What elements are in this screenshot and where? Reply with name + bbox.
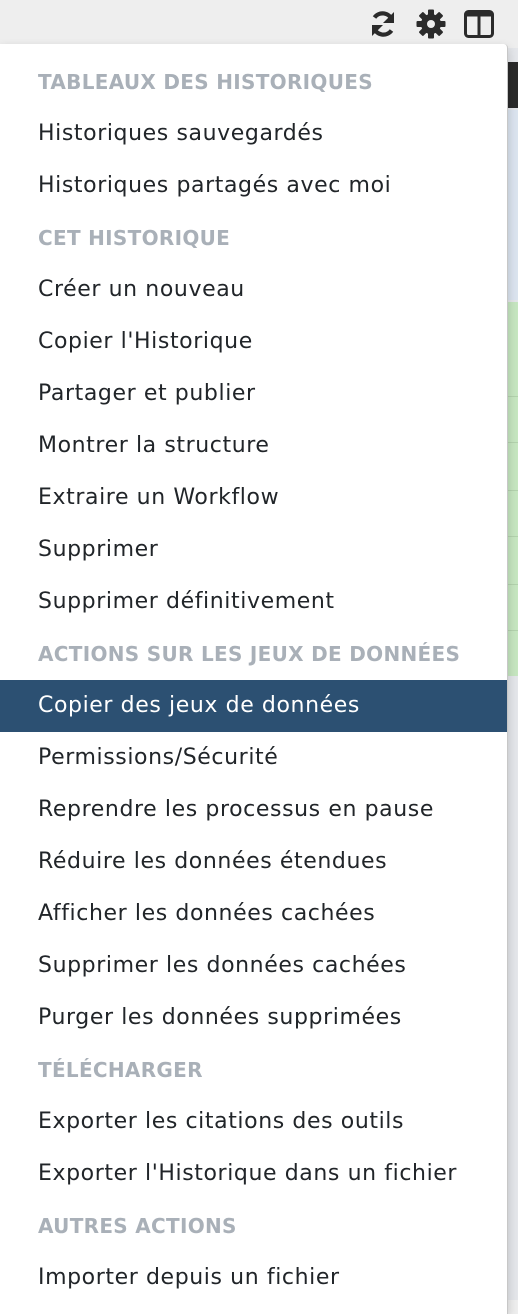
section-header-this-history: CET HISTORIQUE — [38, 226, 231, 250]
background-search-edge — [508, 62, 518, 108]
menu-item-import-from-file[interactable]: Importer depuis un fichier — [0, 1252, 507, 1304]
section-header-download: TÉLÉCHARGER — [38, 1058, 203, 1082]
menu-item-share-and-publish[interactable]: Partager et publier — [0, 368, 507, 420]
menu-item-copy-datasets[interactable]: Copier des jeux de données — [0, 680, 507, 732]
menu-item-delete-hidden-datasets[interactable]: Supprimer les données cachées — [0, 940, 507, 992]
menu-item-export-history-to-file[interactable]: Exporter l'Historique dans un fichier — [0, 1148, 507, 1200]
top-bar — [0, 0, 518, 48]
menu-item-delete-permanently[interactable]: Supprimer définitivement — [0, 576, 507, 628]
background-dataset-list-edge — [508, 302, 518, 676]
section-header-history-lists: TABLEAUX DES HISTORIQUES — [38, 70, 373, 94]
menu-item-copy-history[interactable]: Copier l'Historique — [0, 316, 507, 368]
background-history-edge — [508, 110, 518, 300]
toolbar-icons — [366, 6, 496, 42]
section-header-dataset-actions: ACTIONS SUR LES JEUX DE DONNÉES — [38, 642, 461, 666]
menu-item-delete[interactable]: Supprimer — [0, 524, 507, 576]
menu-item-extract-workflow[interactable]: Extraire un Workflow — [0, 472, 507, 524]
menu-item-show-structure[interactable]: Montrer la structure — [0, 420, 507, 472]
menu-item-create-new[interactable]: Créer un nouveau — [0, 264, 507, 316]
refresh-icon[interactable] — [366, 7, 400, 41]
history-options-menu: TABLEAUX DES HISTORIQUES Historiques sau… — [0, 44, 508, 1314]
menu-item-histories-shared-with-me[interactable]: Historiques partagés avec moi — [0, 160, 507, 212]
menu-item-show-hidden-datasets[interactable]: Afficher les données cachées — [0, 888, 507, 940]
menu-item-export-tool-citations[interactable]: Exporter les citations des outils — [0, 1096, 507, 1148]
gear-icon[interactable] — [414, 7, 448, 41]
section-header-other-actions: AUTRES ACTIONS — [38, 1214, 237, 1238]
menu-item-permissions-security[interactable]: Permissions/Sécurité — [0, 732, 507, 784]
columns-icon[interactable] — [462, 7, 496, 41]
menu-item-purge-deleted-datasets[interactable]: Purger les données supprimées — [0, 992, 507, 1044]
menu-item-collapse-expanded-datasets[interactable]: Réduire les données étendues — [0, 836, 507, 888]
menu-item-saved-histories[interactable]: Historiques sauvegardés — [0, 108, 507, 160]
menu-item-resume-paused-jobs[interactable]: Reprendre les processus en pause — [0, 784, 507, 836]
